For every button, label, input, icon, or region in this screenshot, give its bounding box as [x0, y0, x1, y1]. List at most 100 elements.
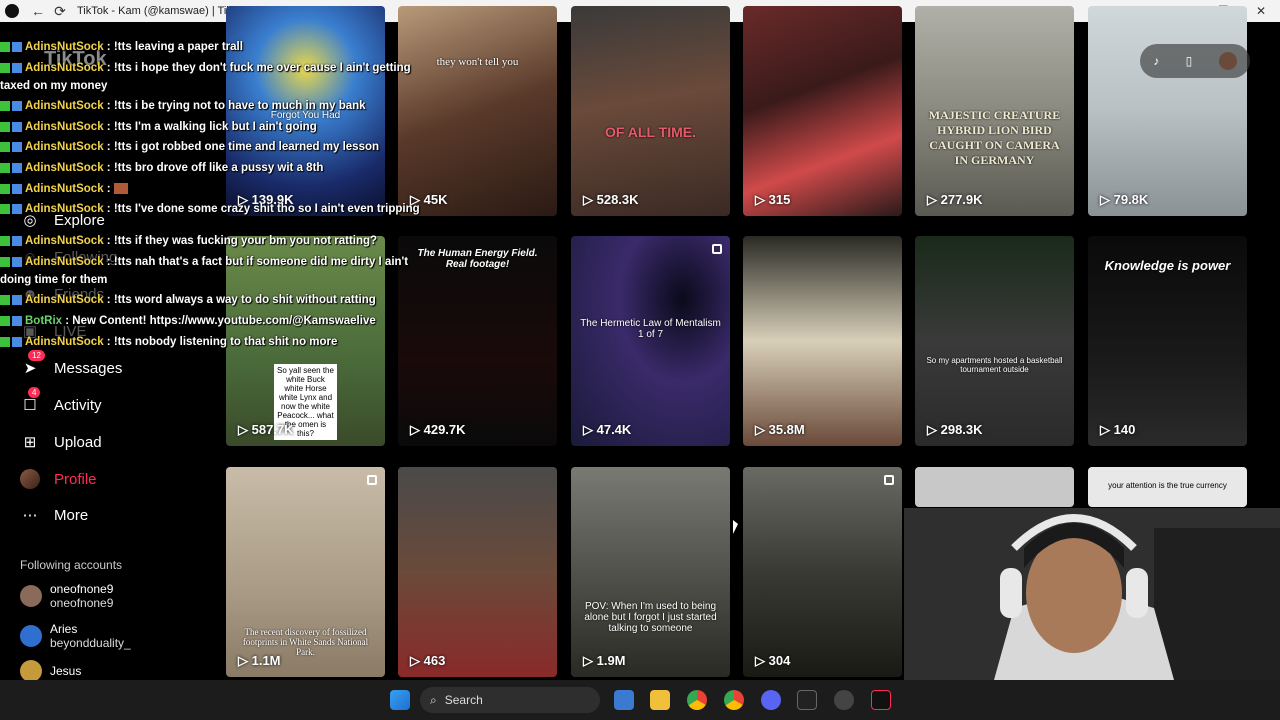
send-icon: ➤ 12 [20, 350, 45, 378]
windows-start-icon[interactable] [390, 690, 410, 710]
moderator-badge-icon [0, 142, 10, 153]
nav-label: Activity [54, 396, 102, 414]
reload-icon[interactable]: ⟳ [49, 3, 71, 20]
sub-badge-icon [12, 62, 22, 73]
avatar[interactable] [1218, 52, 1237, 70]
store-icon[interactable] [614, 690, 634, 710]
video-tile[interactable]: The Hermetic Law of Mentalism 1 of 7 ▷ 4… [571, 236, 730, 446]
activity-badge: 4 [28, 387, 41, 398]
more-icon: ⋯ [22, 507, 38, 524]
mouse-cursor [733, 520, 738, 534]
video-tile[interactable]: ▷ 304 [743, 467, 902, 677]
chat-message: AdinsNutSock : !tts i hope they don't fu… [0, 61, 411, 92]
taskbar-search[interactable]: ⌕ Search [420, 687, 600, 713]
video-caption: The Human Energy Field. Real footage! [417, 248, 538, 270]
tiktok-icon[interactable] [871, 690, 891, 710]
view-count: ▷ 47.4K [583, 422, 632, 437]
video-caption: MAJESTIC CREATURE HYBRID LION BIRD CAUGH… [928, 108, 1061, 167]
video-caption: So my apartments hosted a basketball tou… [926, 356, 1063, 374]
account-handle: beyondduality_ [50, 636, 131, 650]
view-count: ▷ 587.7K [238, 422, 294, 437]
nav-upload[interactable]: ⊞ Upload [20, 432, 102, 452]
sub-badge-icon [12, 162, 22, 173]
video-tile[interactable]: The recent discovery of fossilized footp… [226, 467, 385, 677]
chat-message: AdinsNutSock : !tts I've done some crazy… [0, 200, 420, 218]
avatar [20, 660, 42, 682]
view-count: ▷ 35.8M [755, 422, 805, 437]
chat-icon: ☐ 4 [20, 387, 41, 415]
sub-badge-icon [12, 101, 22, 112]
video-tile[interactable]: ▷ 35.8M [743, 236, 902, 446]
following-account[interactable]: Jesus [20, 660, 81, 682]
avatar [20, 469, 40, 489]
sub-badge-icon [12, 236, 22, 247]
video-tile[interactable] [915, 467, 1074, 507]
view-count: ▷ 1.9M [583, 653, 626, 668]
window-title: TikTok - Kam (@kamswae) | TikTok [77, 5, 249, 17]
following-account[interactable]: Aries beyondduality_ [20, 622, 131, 650]
video-tile[interactable]: So my apartments hosted a basketball tou… [915, 236, 1074, 446]
nav-messages[interactable]: ➤ 12 Messages [20, 350, 123, 378]
webcam-feed [904, 508, 1280, 680]
video-tile[interactable]: your attention is the true currency [1088, 467, 1247, 507]
stream-chat-overlay: AdinsNutSock : !tts leaving a paper tral… [0, 38, 420, 353]
moderator-badge-icon [0, 315, 10, 326]
view-count: ▷ 298.3K [927, 422, 983, 437]
moderator-badge-icon [0, 236, 10, 247]
multi-image-icon [367, 475, 377, 485]
chat-message: AdinsNutSock : !tts i be trying not to h… [0, 97, 420, 115]
video-tile[interactable]: ▷ 463 [398, 467, 557, 677]
sub-badge-icon [12, 41, 22, 52]
video-tile[interactable]: The Human Energy Field. Real footage! ▷ … [398, 236, 557, 446]
account-handle: oneofnone9 [50, 596, 114, 610]
multi-image-icon [884, 475, 894, 485]
video-tile[interactable]: POV: When I'm used to being alone but I … [571, 467, 730, 677]
video-caption: Knowledge is power [1104, 258, 1231, 273]
sub-badge-icon [12, 121, 22, 132]
tiktok-icon[interactable]: ♪ [1153, 54, 1159, 68]
webcam-overlay [904, 508, 1280, 680]
chrome-icon[interactable] [687, 690, 707, 710]
video-tile[interactable]: OF ALL TIME. ▷ 528.3K [571, 6, 730, 216]
moderator-badge-icon [0, 256, 10, 267]
video-tile[interactable]: Knowledge is power ▷ 140 [1088, 236, 1247, 446]
tiktok-app-icon [5, 4, 19, 18]
nav-profile[interactable]: Profile [20, 469, 97, 489]
following-account[interactable]: oneofnone9 oneofnone9 [20, 582, 113, 610]
view-count: ▷ 277.9K [927, 192, 983, 207]
video-tile[interactable]: ▷ 315 [743, 6, 902, 216]
app-icon[interactable] [834, 690, 854, 710]
view-count: ▷ 315 [755, 192, 791, 207]
sub-badge-icon [12, 295, 22, 306]
close-button[interactable]: ✕ [1242, 4, 1280, 18]
video-caption: OF ALL TIME. [605, 124, 696, 140]
moderator-badge-icon [0, 62, 10, 73]
account-name: oneofnone9 [50, 582, 114, 596]
video-caption: POV: When I'm used to being alone but I … [584, 601, 717, 634]
video-tile[interactable]: MAJESTIC CREATURE HYBRID LION BIRD CAUGH… [915, 6, 1074, 216]
chat-message: AdinsNutSock : !tts if they was fucking … [0, 232, 420, 250]
sub-badge-icon [12, 183, 22, 194]
video-tile[interactable]: they won't tell you ▷ 45K [398, 6, 557, 216]
nav-label: Messages [54, 359, 123, 377]
back-icon[interactable]: ← [27, 3, 49, 19]
video-caption: they won't tell you [436, 56, 519, 68]
chat-message: AdinsNutSock : !tts word always a way to… [0, 291, 420, 309]
view-count: ▷ 528.3K [583, 192, 639, 207]
video-tile[interactable]: ▷ 79.8K [1088, 6, 1247, 216]
folder-icon[interactable] [650, 690, 670, 710]
sub-badge-icon [12, 315, 22, 326]
nav-activity[interactable]: ☐ 4 Activity [20, 387, 102, 415]
phone-icon[interactable]: ▯ [1186, 54, 1193, 68]
view-count: ▷ 429.7K [410, 422, 466, 437]
moderator-badge-icon [0, 41, 10, 52]
following-accounts-title: Following accounts [20, 558, 123, 572]
discord-icon[interactable] [761, 690, 781, 710]
chat-message: AdinsNutSock : [0, 180, 420, 198]
moderator-badge-icon [0, 204, 10, 215]
sub-badge-icon [12, 256, 22, 267]
chat-message: AdinsNutSock : !tts leaving a paper tral… [0, 38, 420, 56]
chrome-icon[interactable] [724, 690, 744, 710]
nav-more[interactable]: ⋯ More [20, 505, 89, 525]
call-of-duty-icon[interactable] [797, 690, 817, 710]
